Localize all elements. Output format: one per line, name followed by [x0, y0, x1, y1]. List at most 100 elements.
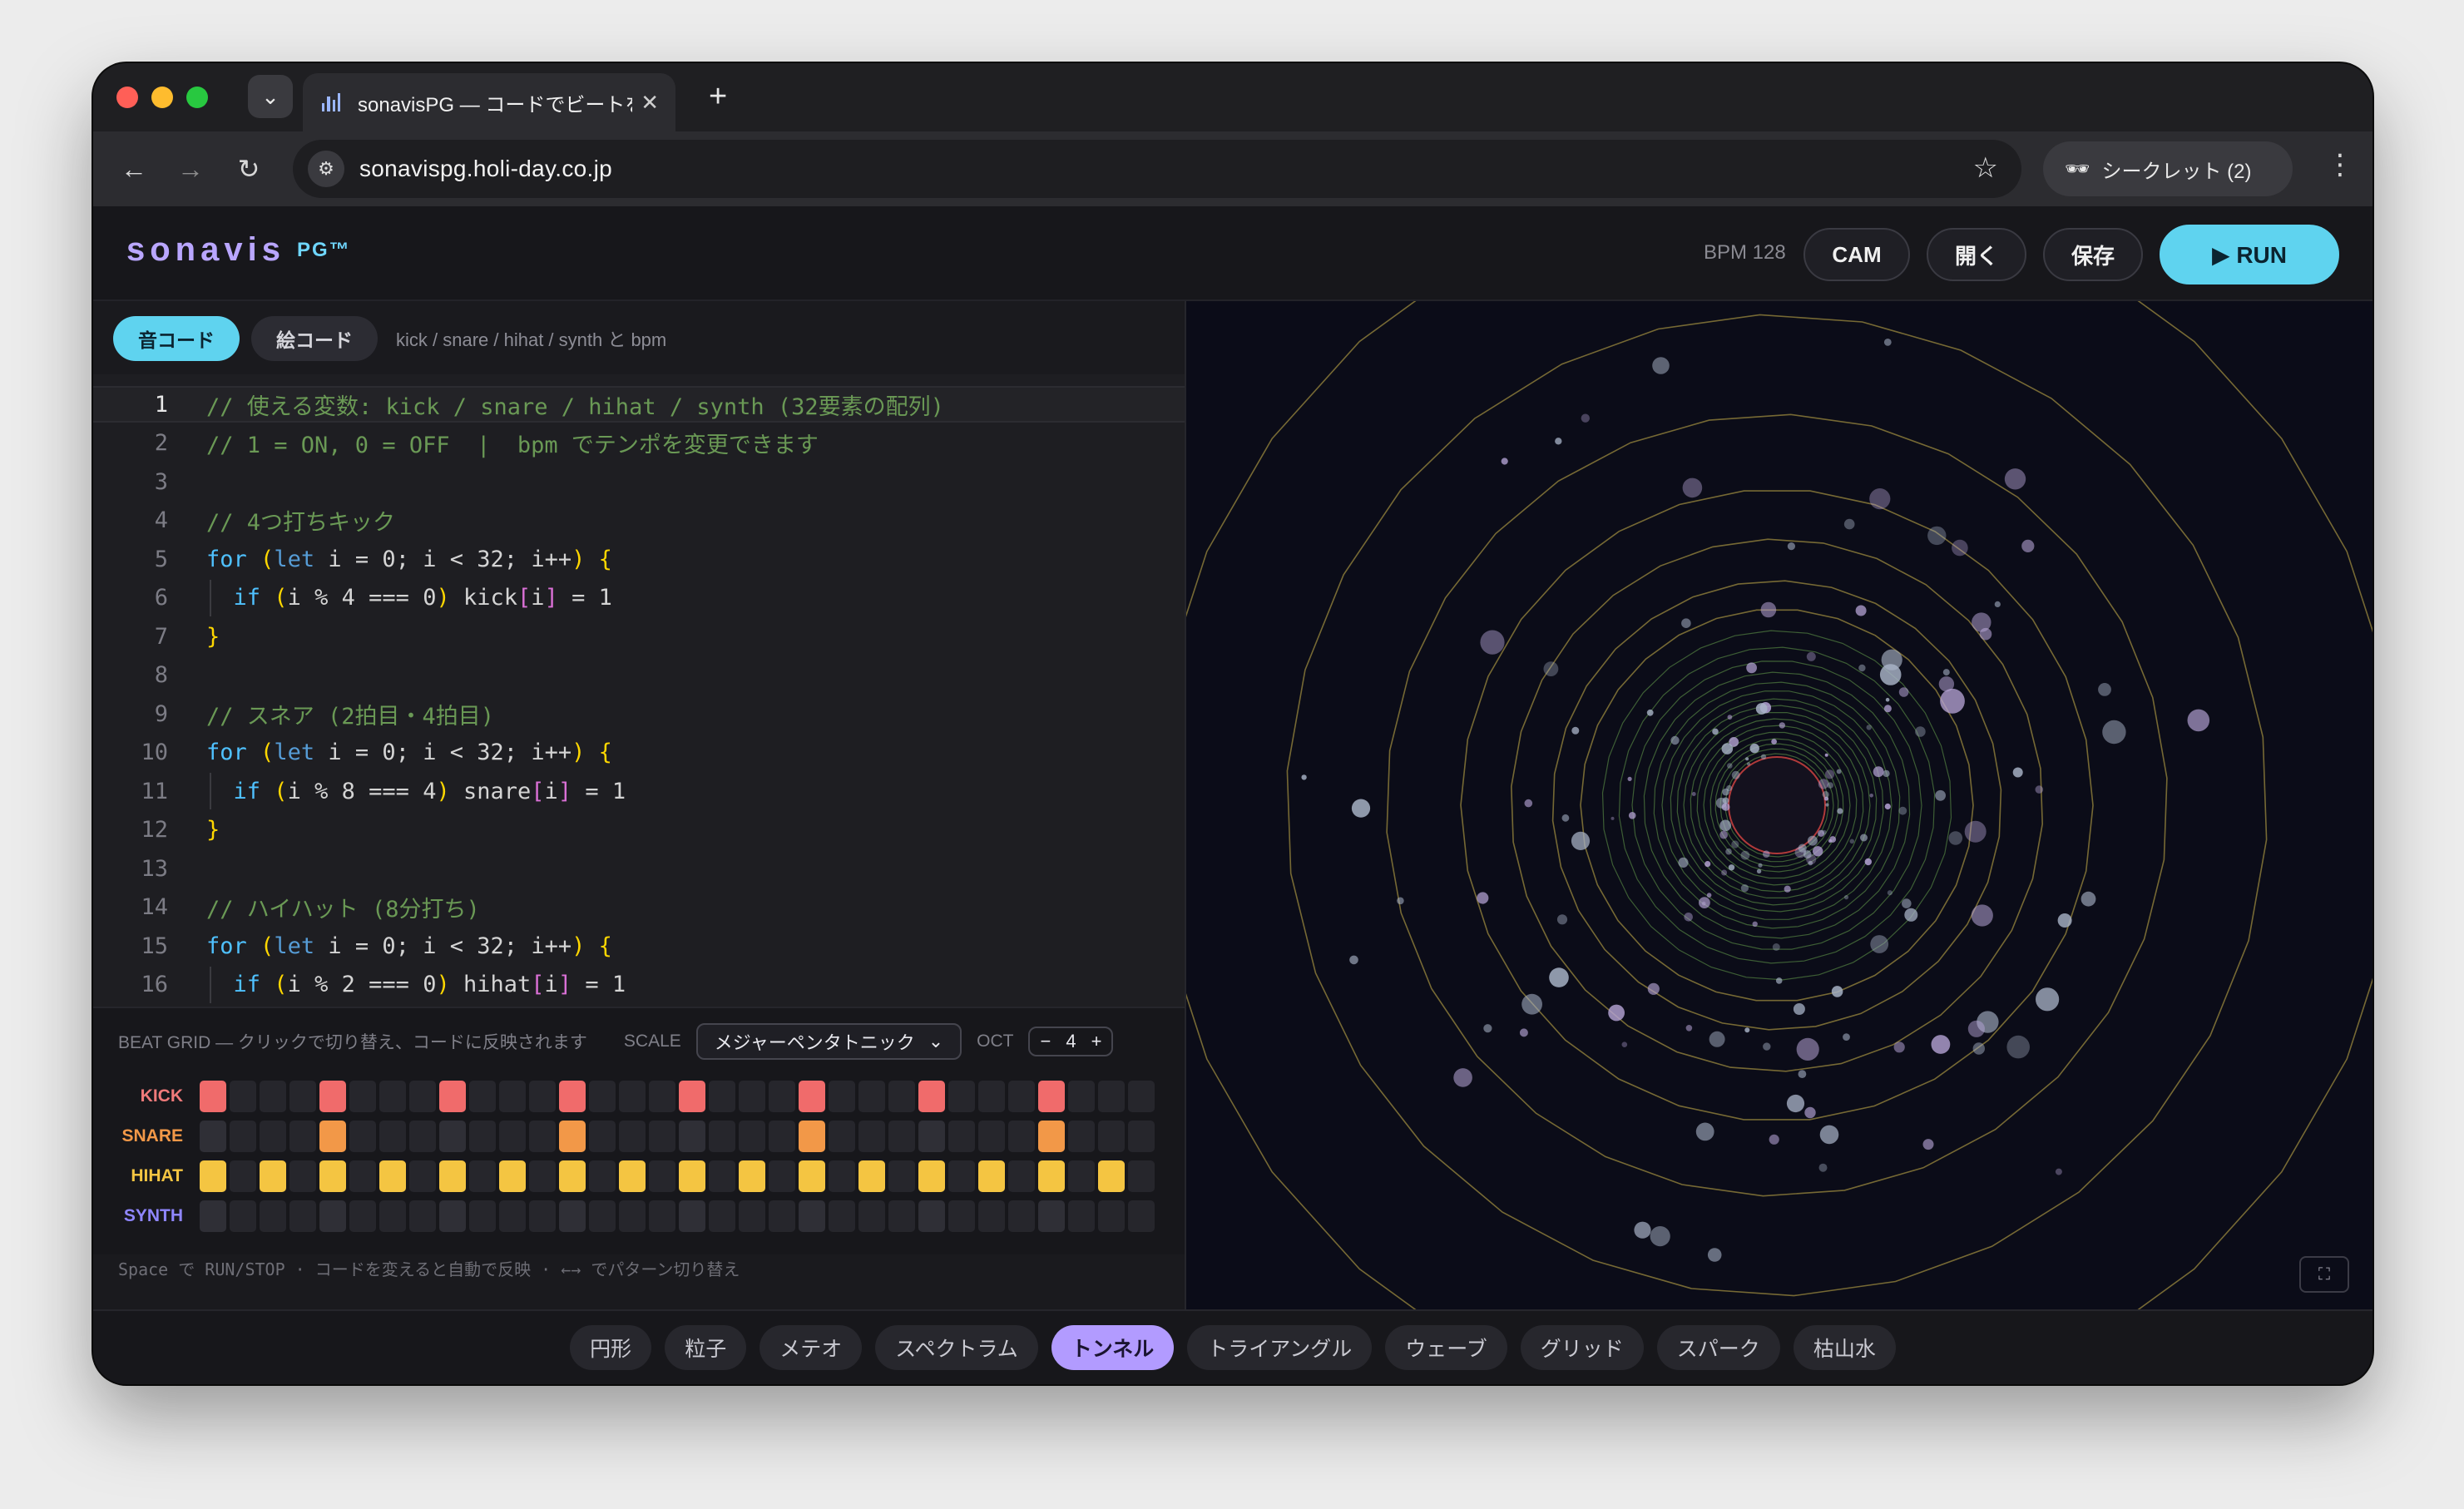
step-cell[interactable]: [260, 1200, 286, 1232]
step-cell[interactable]: [379, 1160, 406, 1192]
step-cell[interactable]: [799, 1200, 825, 1232]
step-cell[interactable]: [649, 1081, 675, 1112]
octave-increment-button[interactable]: +: [1091, 1031, 1102, 1052]
step-cell[interactable]: [978, 1121, 1005, 1152]
step-cell[interactable]: [289, 1200, 316, 1232]
step-cell[interactable]: [409, 1160, 436, 1192]
code-line[interactable]: 3: [93, 463, 1185, 500]
step-cell[interactable]: [559, 1081, 586, 1112]
step-cell[interactable]: [409, 1081, 436, 1112]
step-cell[interactable]: [918, 1200, 945, 1232]
step-cell[interactable]: [739, 1081, 765, 1112]
step-cell[interactable]: [439, 1200, 466, 1232]
step-cell[interactable]: [319, 1160, 346, 1192]
step-cell[interactable]: [829, 1160, 855, 1192]
step-cell[interactable]: [1038, 1081, 1065, 1112]
step-cell[interactable]: [230, 1121, 256, 1152]
save-button[interactable]: 保存: [2043, 228, 2143, 281]
step-cell[interactable]: [559, 1160, 586, 1192]
mode-button[interactable]: ウェーブ: [1385, 1325, 1507, 1370]
step-cell[interactable]: [1008, 1121, 1035, 1152]
octave-decrement-button[interactable]: −: [1040, 1031, 1051, 1052]
step-cell[interactable]: [439, 1081, 466, 1112]
step-cell[interactable]: [230, 1160, 256, 1192]
step-cell[interactable]: [709, 1200, 735, 1232]
code-line[interactable]: 12}: [93, 812, 1185, 849]
step-cell[interactable]: [918, 1121, 945, 1152]
step-cell[interactable]: [319, 1081, 346, 1112]
step-cell[interactable]: [200, 1081, 226, 1112]
step-cell[interactable]: [260, 1121, 286, 1152]
code-line[interactable]: 9 // スネア (2拍目・4拍目): [93, 695, 1185, 732]
code-line[interactable]: 15 for (let i = 0; i < 32; i++) {: [93, 928, 1185, 964]
step-cell[interactable]: [230, 1200, 256, 1232]
step-cell[interactable]: [649, 1160, 675, 1192]
code-line[interactable]: 6 if (i % 4 === 0) kick[i] = 1: [93, 580, 1185, 616]
step-cell[interactable]: [888, 1160, 915, 1192]
step-cell[interactable]: [469, 1081, 496, 1112]
step-cell[interactable]: [769, 1200, 795, 1232]
url-text[interactable]: sonavispg.holi-day.co.jp: [359, 156, 612, 182]
step-cell[interactable]: [918, 1160, 945, 1192]
bookmark-star-icon[interactable]: ☆: [1973, 151, 1998, 185]
step-cell[interactable]: [260, 1081, 286, 1112]
zoom-window-button[interactable]: [186, 87, 208, 108]
step-cell[interactable]: [709, 1081, 735, 1112]
code-line[interactable]: 1 // 使える変数: kick / snare / hihat / synth …: [93, 386, 1185, 423]
step-cell[interactable]: [1128, 1200, 1155, 1232]
step-cell[interactable]: [858, 1200, 885, 1232]
step-cell[interactable]: [1068, 1121, 1095, 1152]
step-cell[interactable]: [379, 1081, 406, 1112]
code-line[interactable]: 2 // 1 = ON, 0 = OFF | bpm でテンポを変更できます: [93, 425, 1185, 462]
step-cell[interactable]: [649, 1200, 675, 1232]
step-cell[interactable]: [948, 1081, 975, 1112]
step-cell[interactable]: [409, 1121, 436, 1152]
step-cell[interactable]: [769, 1160, 795, 1192]
fullscreen-icon[interactable]: ⛶: [2299, 1256, 2349, 1293]
step-cell[interactable]: [409, 1200, 436, 1232]
forward-arrow-icon[interactable]: →: [171, 150, 210, 188]
step-cell[interactable]: [289, 1081, 316, 1112]
step-cell[interactable]: [619, 1081, 646, 1112]
step-cell[interactable]: [1008, 1200, 1035, 1232]
step-cell[interactable]: [1038, 1160, 1065, 1192]
step-cell[interactable]: [200, 1121, 226, 1152]
step-cell[interactable]: [1098, 1160, 1125, 1192]
step-cell[interactable]: [1128, 1081, 1155, 1112]
step-cell[interactable]: [1128, 1121, 1155, 1152]
step-cell[interactable]: [978, 1160, 1005, 1192]
step-cell[interactable]: [679, 1200, 705, 1232]
step-cell[interactable]: [619, 1121, 646, 1152]
step-cell[interactable]: [888, 1081, 915, 1112]
step-cell[interactable]: [439, 1160, 466, 1192]
mode-button[interactable]: スペクトラム: [875, 1325, 1038, 1370]
minimize-window-button[interactable]: [151, 87, 173, 108]
cam-button[interactable]: CAM: [1803, 228, 1910, 281]
step-cell[interactable]: [589, 1160, 616, 1192]
tab-picture-code[interactable]: 絵コード: [251, 316, 378, 361]
close-window-button[interactable]: [116, 87, 138, 108]
code-line[interactable]: 13: [93, 850, 1185, 887]
step-cell[interactable]: [948, 1200, 975, 1232]
step-cell[interactable]: [319, 1121, 346, 1152]
step-cell[interactable]: [649, 1121, 675, 1152]
step-cell[interactable]: [709, 1160, 735, 1192]
step-cell[interactable]: [829, 1081, 855, 1112]
code-line[interactable]: 5 for (let i = 0; i < 32; i++) {: [93, 541, 1185, 577]
scale-select[interactable]: メジャーペンタトニック ⌄: [695, 1023, 962, 1060]
code-line[interactable]: 16 if (i % 2 === 0) hihat[i] = 1: [93, 967, 1185, 1003]
step-cell[interactable]: [499, 1121, 526, 1152]
step-cell[interactable]: [1008, 1081, 1035, 1112]
step-cell[interactable]: [529, 1121, 556, 1152]
step-cell[interactable]: [559, 1200, 586, 1232]
mode-button[interactable]: 粒子: [665, 1325, 747, 1370]
step-cell[interactable]: [978, 1200, 1005, 1232]
incognito-badge[interactable]: 🕶 シークレット (2): [2043, 141, 2293, 196]
step-cell[interactable]: [469, 1160, 496, 1192]
step-cell[interactable]: [1068, 1200, 1095, 1232]
step-cell[interactable]: [1098, 1200, 1125, 1232]
step-cell[interactable]: [858, 1081, 885, 1112]
step-cell[interactable]: [829, 1200, 855, 1232]
step-cell[interactable]: [769, 1121, 795, 1152]
step-cell[interactable]: [858, 1160, 885, 1192]
